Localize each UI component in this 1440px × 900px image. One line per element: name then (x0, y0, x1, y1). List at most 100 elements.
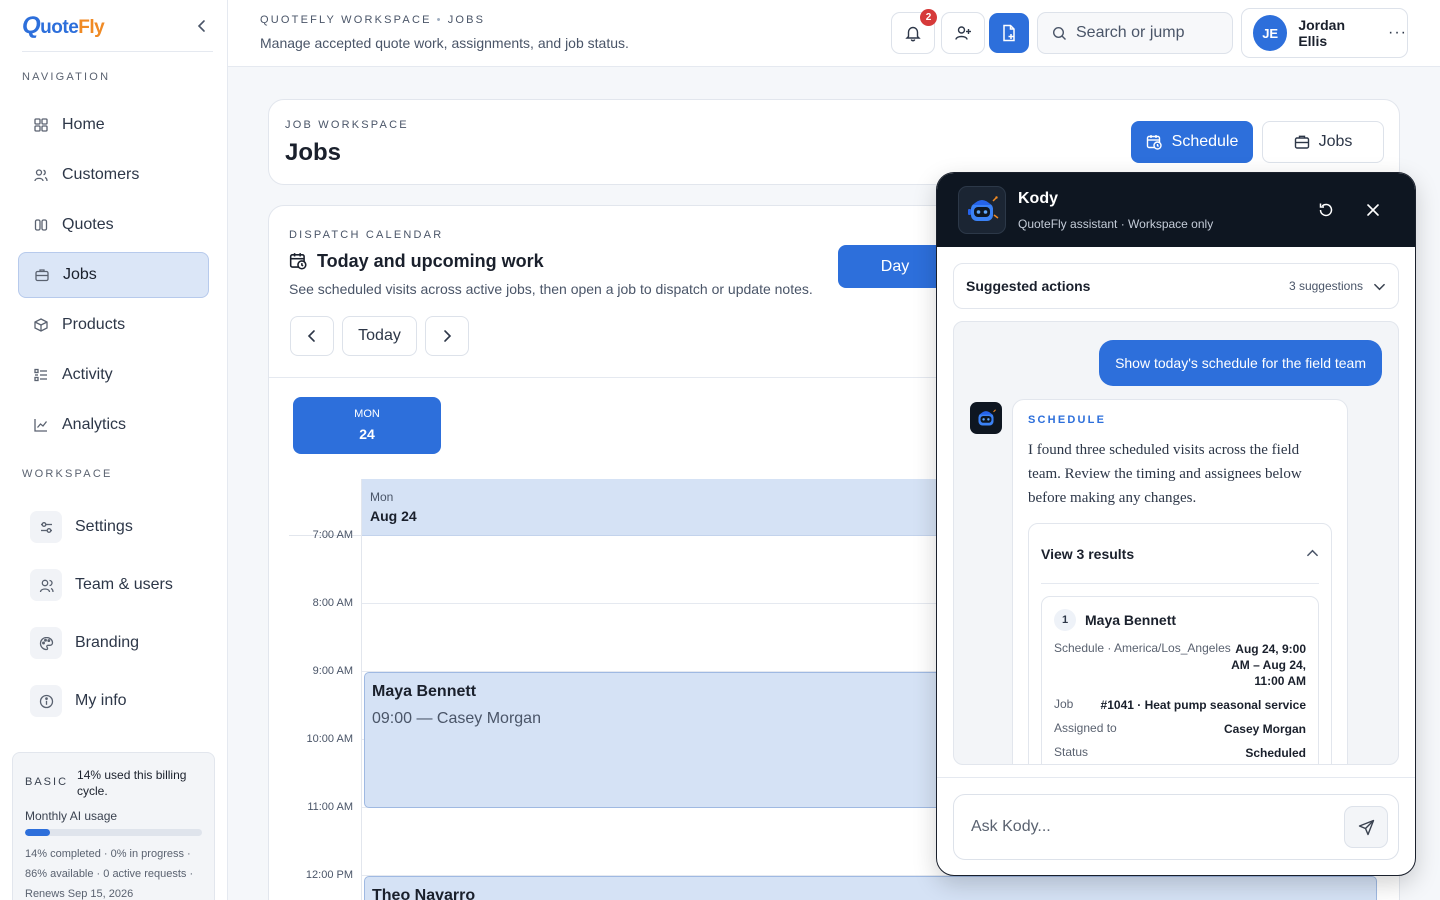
renewal-date: Renews Sep 15, 2026 (25, 888, 134, 900)
sidebar-item-my-info[interactable]: My info (30, 684, 127, 718)
usage-progress-fill (25, 829, 50, 836)
kody-assistant-panel: Kody QuoteFly assistant · Workspace only… (936, 172, 1416, 876)
usage-progress-bar (25, 829, 202, 836)
assistant-message-text: I found three scheduled visits across th… (1028, 442, 1302, 506)
box-icon (34, 318, 48, 332)
user-name: Jordan Ellis (1298, 17, 1346, 49)
send-icon (1358, 819, 1374, 835)
chevron-left-icon (307, 330, 315, 342)
robot-icon (958, 186, 1006, 234)
sidebar-item-branding[interactable]: Branding (30, 626, 139, 660)
schedule-value-line: Aug 24, 9:00 (1235, 642, 1306, 656)
header-eyebrow: JOB WORKSPACE (285, 119, 409, 131)
assistant-name: Kody (1018, 190, 1058, 207)
sidebar-item-quotes[interactable]: Quotes (18, 202, 209, 248)
sidebar-item-label: Home (62, 116, 105, 133)
breadcrumb-separator: • (436, 14, 443, 26)
assistant-header: Kody QuoteFly assistant · Workspace only (937, 173, 1415, 247)
page-description: Manage accepted quote work, assignments,… (260, 35, 629, 51)
sidebar-item-products[interactable]: Products (18, 302, 209, 348)
time-label: 9:00 AM (312, 665, 353, 677)
suggested-actions-toggle[interactable]: Suggested actions 3 suggestions (953, 263, 1399, 309)
sidebar-item-label: Branding (75, 634, 140, 651)
new-quote-button[interactable] (989, 13, 1029, 53)
breadcrumb: QUOTEFLY WORKSPACE • JOBS (260, 14, 485, 26)
sidebar-item-customers[interactable]: Customers (18, 152, 209, 198)
sidebar-item-label: Jobs (63, 266, 97, 283)
chevron-up-icon (1306, 547, 1319, 560)
user-plus-icon (955, 26, 971, 40)
calendar-eyebrow: DISPATCH CALENDAR (289, 229, 444, 241)
time-label: 8:00 AM (312, 597, 353, 609)
search-icon (1052, 26, 1067, 41)
results-toggle[interactable]: View 3 results (1041, 524, 1319, 584)
quote-icon (34, 218, 48, 232)
sidebar-item-home[interactable]: Home (18, 102, 209, 148)
suggested-actions-title: Suggested actions (966, 278, 1091, 294)
bell-icon (905, 26, 921, 42)
usage-meta-line: 86% available · 0 active requests · (25, 868, 194, 880)
close-assistant-button[interactable] (1360, 197, 1386, 223)
search-input[interactable]: Search or jump (1037, 12, 1233, 54)
chat-thread: Show today's schedule for the field team… (953, 321, 1399, 765)
user-message: Show today's schedule for the field team (1099, 340, 1382, 386)
calendar-description: See scheduled visits across active jobs,… (289, 281, 813, 297)
message-tag: SCHEDULE (1028, 414, 1107, 426)
jobs-view-button[interactable]: Jobs (1262, 121, 1384, 163)
event-customer: Theo Navarro (372, 887, 476, 900)
user-icon (30, 569, 62, 601)
sidebar-item-analytics[interactable]: Analytics (18, 402, 209, 448)
breadcrumb-jobs: JOBS (447, 14, 486, 26)
next-day-button[interactable] (425, 316, 469, 356)
sidebar-item-settings[interactable]: Settings (30, 510, 133, 544)
user-menu[interactable]: JE Jordan Ellis ··· (1241, 8, 1408, 58)
palette-icon (30, 627, 62, 659)
today-button[interactable]: Today (342, 316, 417, 356)
sidebar: QuoteFly NAVIGATION Home Customers Quote… (0, 0, 228, 900)
more-icon[interactable]: ··· (1388, 24, 1407, 42)
collapse-sidebar-button[interactable] (191, 15, 213, 37)
briefcase-icon (1294, 134, 1310, 150)
calendar-event[interactable]: Theo Navarro (364, 876, 1377, 900)
results-title: View 3 results (1041, 545, 1135, 562)
sidebar-item-jobs[interactable]: Jobs (18, 252, 209, 298)
time-label: 11:00 AM (307, 801, 353, 813)
usage-meta: 14% completed · 0% in progress · 86% ava… (25, 844, 202, 900)
sidebar-item-label: Products (62, 316, 126, 333)
calendar-title: Today and upcoming work (289, 251, 544, 272)
notifications-button[interactable]: 2 (891, 9, 937, 54)
billing-usage-card: BASIC 14% used this billing cycle. Month… (12, 752, 215, 900)
time-label: 7:00 AM (312, 529, 353, 541)
sidebar-item-label: Activity (62, 366, 113, 383)
result-assigned-value: Casey Morgan (1223, 722, 1306, 736)
logo-row: QuoteFly (22, 0, 213, 52)
page-title: Jobs (285, 139, 342, 166)
sidebar-item-activity[interactable]: Activity (18, 352, 209, 398)
grid-icon (34, 118, 48, 132)
results-panel: View 3 results 1 Maya Bennett Schedule ·… (1028, 523, 1332, 764)
schedule-view-button[interactable]: Schedule (1131, 121, 1253, 163)
previous-day-button[interactable] (290, 316, 334, 356)
send-message-button[interactable] (1344, 806, 1388, 848)
sidebar-item-label: My info (75, 692, 127, 709)
calendar-clock-icon (289, 252, 308, 271)
result-job-value: #1041 · Heat pump seasonal service (1100, 698, 1306, 712)
day-view-button[interactable]: Day (838, 245, 952, 288)
robot-icon (970, 402, 1002, 434)
result-index: 1 (1054, 609, 1076, 631)
add-user-button[interactable] (941, 12, 985, 54)
result-status-key: Status (1054, 745, 1089, 759)
quotefly-logo[interactable]: QuoteFly (22, 12, 105, 40)
result-schedule-key: Schedule · America/Los_Angeles (1054, 641, 1231, 655)
ask-kody-input[interactable]: Ask Kody... (953, 794, 1399, 860)
selected-day-chip[interactable]: MON 24 (293, 397, 441, 454)
result-item[interactable]: 1 Maya Bennett Schedule · America/Los_An… (1041, 596, 1319, 764)
users-icon (34, 168, 48, 182)
schedule-label: Schedule (1171, 133, 1239, 150)
breadcrumb-workspace[interactable]: QUOTEFLY WORKSPACE (260, 14, 432, 26)
usage-meta-line: 14% completed · 0% in progress · (25, 848, 191, 860)
file-plus-icon (1003, 24, 1015, 42)
sidebar-item-team-users[interactable]: Team & users (30, 568, 173, 602)
sidebar-item-label: Team & users (75, 576, 173, 593)
reset-chat-button[interactable] (1313, 197, 1339, 223)
